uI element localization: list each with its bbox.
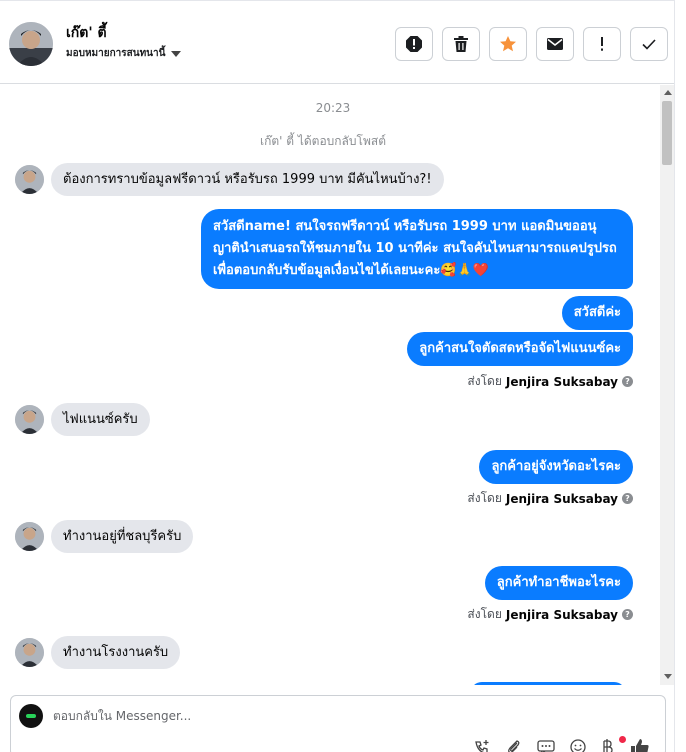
incoming-message-row: ทำงานโรงงานครับ (15, 636, 181, 669)
attachment-icon[interactable] (506, 739, 522, 752)
assign-conversation-dropdown[interactable]: มอบหมายการสนทนานี้ (66, 46, 182, 61)
check-icon (642, 39, 656, 50)
scroll-down-arrow-icon[interactable] (664, 674, 672, 679)
outgoing-message-partial (470, 682, 626, 685)
messenger-conversation-panel: เก๊ต' ตี้ มอบหมายการสนทนานี้ 20:23 เก๊ต'… (0, 0, 686, 752)
sender-name: Jenjira Suksabay (505, 607, 618, 622)
mark-unread-button[interactable] (536, 27, 574, 61)
incoming-message-row: ทำงานอยู่ที่ชลบุรีครับ (15, 520, 194, 553)
timestamp: 20:23 (315, 101, 351, 115)
outgoing-message[interactable]: สวัสดีค่ะ (561, 296, 633, 330)
scroll-thumb[interactable] (662, 101, 672, 165)
panel-edge (674, 0, 686, 752)
question-icon[interactable]: ? (622, 609, 633, 620)
exclamation-icon (601, 37, 603, 51)
page-avatar (19, 704, 43, 728)
sent-by-prefix: ส่งโดย (467, 491, 502, 505)
saved-reply-icon[interactable] (473, 739, 491, 752)
incoming-message[interactable]: ทำงานอยู่ที่ชลบุรีครับ (51, 520, 194, 553)
contact-avatar-small[interactable] (15, 405, 44, 434)
contact-avatar-small[interactable] (15, 165, 44, 194)
incoming-message[interactable]: ต้องการทราบข้อมูลฟรีดาวน์ หรือรับรถ 1999… (51, 163, 444, 196)
outgoing-message[interactable]: ลูกค้าทำอาชีพอะไรคะ (484, 566, 633, 600)
reply-to-post-note: เก๊ต' ตี้ ได้ตอบกลับโพสต์ (259, 134, 387, 148)
payment-icon[interactable] (601, 738, 615, 752)
chat-bubble-icon[interactable] (537, 739, 555, 752)
sent-by-label: ส่งโดย Jenjira Suksabay ? (467, 372, 633, 391)
reply-composer (10, 695, 666, 752)
thumbs-up-icon[interactable] (630, 738, 650, 752)
incoming-message-row: ต้องการทราบข้อมูลฟรีดาวน์ หรือรับรถ 1999… (15, 163, 444, 196)
chat-scrollbar[interactable] (660, 85, 674, 685)
incoming-message[interactable]: ทำงานโรงงานครับ (51, 636, 181, 669)
contact-avatar[interactable] (9, 22, 53, 66)
mark-done-button[interactable] (630, 27, 668, 61)
incoming-message-row: ไฟแนนซ์ครับ (15, 403, 150, 436)
mark-spam-button[interactable] (395, 27, 433, 61)
trash-icon (454, 36, 468, 52)
reply-input[interactable] (53, 706, 613, 726)
outgoing-message[interactable]: สวัสดีname! สนใจรถฟรีดาวน์ หรือรับรถ 199… (201, 209, 633, 289)
message-thread[interactable]: 20:23 เก๊ต' ตี้ ได้ตอบกลับโพสต์ ต้องการท… (0, 85, 674, 685)
sent-by-prefix: ส่งโดย (467, 374, 502, 388)
sent-by-prefix: ส่งโดย (467, 607, 502, 621)
star-icon (500, 36, 516, 52)
incoming-message[interactable]: ไฟแนนซ์ครับ (51, 403, 150, 436)
assign-label: มอบหมายการสนทนานี้ (66, 48, 166, 59)
contact-name[interactable]: เก๊ต' ตี้ (66, 22, 107, 44)
outgoing-message[interactable]: ลูกค้าสนใจตัดสดหรือจัดไฟแนนซ์คะ (407, 332, 633, 366)
sender-name: Jenjira Suksabay (505, 374, 618, 389)
contact-avatar-small[interactable] (15, 522, 44, 551)
sent-by-label: ส่งโดย Jenjira Suksabay ? (467, 605, 633, 624)
question-icon[interactable]: ? (622, 376, 633, 387)
contact-avatar-small[interactable] (15, 638, 44, 667)
sender-name: Jenjira Suksabay (505, 491, 618, 506)
sent-by-label: ส่งโดย Jenjira Suksabay ? (467, 489, 633, 508)
outgoing-message[interactable]: ลูกค้าอยู่จังหวัดอะไรคะ (479, 450, 633, 484)
scroll-up-arrow-icon[interactable] (664, 90, 672, 95)
spam-icon (406, 36, 422, 52)
caret-down-icon (171, 50, 182, 57)
delete-button[interactable] (442, 27, 480, 61)
mail-icon (547, 38, 563, 50)
question-icon[interactable]: ? (622, 493, 633, 504)
star-button[interactable] (489, 27, 527, 61)
header-actions (395, 27, 668, 61)
emoji-icon[interactable] (570, 739, 586, 752)
follow-up-button[interactable] (583, 27, 621, 61)
notification-dot (619, 736, 626, 743)
conversation-header: เก๊ต' ตี้ มอบหมายการสนทนานี้ (0, 0, 674, 84)
